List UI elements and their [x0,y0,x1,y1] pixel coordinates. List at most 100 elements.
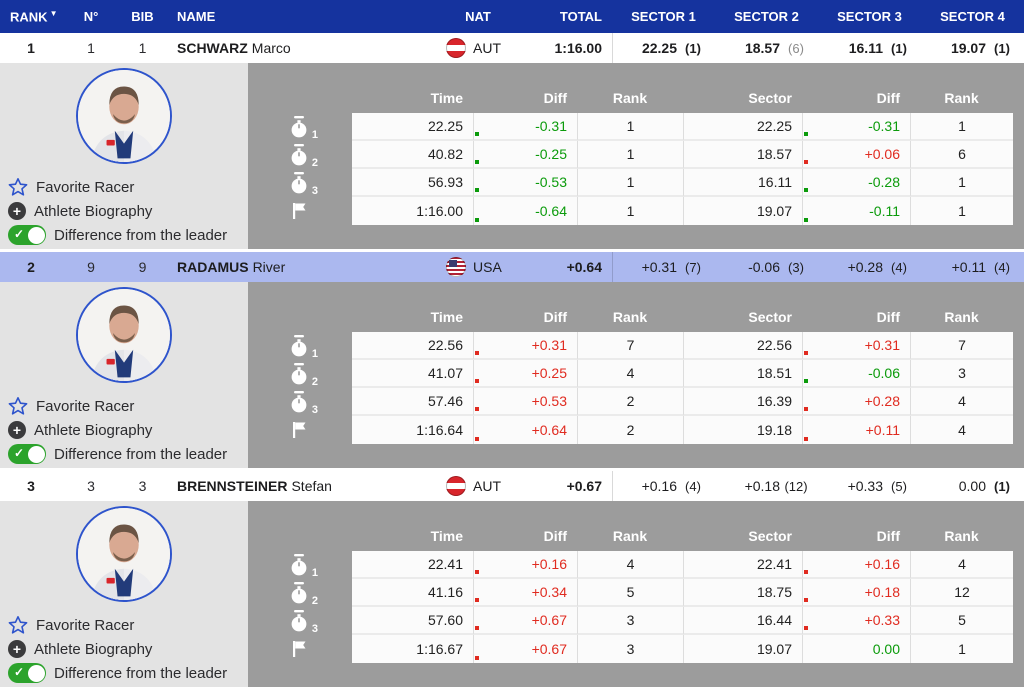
sector-time: 22.25 [683,113,802,141]
bib-cell: 9 [120,259,165,275]
checkpoint-number: 2 [312,157,318,169]
split-rank: 4 [577,360,683,388]
column-header-sector4[interactable]: SECTOR 4 [921,9,1024,24]
split-header-time: Time [352,90,473,106]
sector-value: +0.11 [952,259,986,275]
split-header-time: Time [352,309,473,325]
sector-rank: (4) [883,260,915,275]
sector-diff: +0.11 [802,416,910,444]
difference-toggle-row[interactable]: ✓ Difference from the leader [0,223,248,247]
column-header-rank[interactable]: RANK▼ [0,9,62,24]
favorite-racer-button[interactable]: Favorite Racer [0,394,248,418]
sector-diff: -0.31 [802,113,910,141]
column-header-total[interactable]: TOTAL [524,9,612,24]
check-icon: ✓ [14,446,24,460]
sector1-result: +0.16 (4) [612,471,715,501]
column-header-sector1[interactable]: SECTOR 1 [612,9,715,24]
sector-time: 19.07 [683,635,802,663]
split-row-checkpoint2: 2 41.07 +0.25 4 18.51 -0.06 [248,360,1024,388]
split-header-sector-diff: Diff [802,528,910,544]
split-rank: 2 [577,416,683,444]
split-rank: 3 [577,635,683,663]
favorite-racer-button[interactable]: Favorite Racer [0,175,248,199]
icon-cell: 3 [248,607,352,635]
check-icon: ✓ [14,227,24,241]
diff-value: -0.11 [869,203,900,219]
column-header-sector2[interactable]: SECTOR 2 [715,9,818,24]
athlete-biography-button[interactable]: + Athlete Biography [0,418,248,442]
diff-value: +0.16 [532,556,567,572]
diff-value: +0.33 [865,612,900,628]
sector-rank: 7 [910,332,1013,360]
number-cell: 1 [62,40,120,56]
sector-value: +0.31 [642,259,677,275]
athlete-biography-button[interactable]: + Athlete Biography [0,199,248,223]
favorite-racer-button[interactable]: Favorite Racer [0,613,248,637]
icon-cell [248,635,352,663]
difference-toggle-on[interactable]: ✓ [8,444,46,464]
racer-summary-row[interactable]: 3 3 3 BRENNSTEINERStefan AUT +0.67 +0.16… [0,471,1024,501]
diff-tick [804,407,808,411]
split-row-checkpoint3: 3 56.93 -0.53 1 16.11 -0.28 [248,169,1024,197]
split-row-finish: 1:16.00 -0.64 1 19.07 -0.11 1 [248,197,1024,225]
total-time-cell: 1:16.00 [524,40,612,56]
column-header-nat[interactable]: NAT [432,9,524,24]
racer-summary-row[interactable]: 1 1 1 SCHWARZMarco AUT 1:16.00 22.25 (1)… [0,33,1024,63]
icon-cell: 1 [248,332,352,360]
number-cell: 9 [62,259,120,275]
country-code: USA [473,259,502,275]
split-time: 40.82 [352,141,473,169]
difference-toggle-row[interactable]: ✓ Difference from the leader [0,442,248,466]
split-times-table: Time Diff Rank Sector Diff Rank 1 [248,501,1024,687]
split-diff: +0.67 [473,607,577,635]
plus-icon: + [8,202,26,220]
sector-rank: (6) [780,41,812,56]
avatar-wrap [0,501,248,613]
column-header-number[interactable]: N° [62,9,120,24]
star-icon [8,615,28,635]
split-time: 41.07 [352,360,473,388]
split-rank: 3 [577,607,683,635]
diff-tick [804,570,808,574]
racer-section: 1 1 1 SCHWARZMarco AUT 1:16.00 22.25 (1)… [0,33,1024,249]
racer-first-name: Marco [252,40,291,56]
split-diff: +0.67 [473,635,577,663]
racer-detail-panel: Favorite Racer + Athlete Biography ✓ Dif… [0,501,1024,687]
split-header-time: Time [352,528,473,544]
diff-value: -0.31 [535,118,567,134]
difference-toggle-on[interactable]: ✓ [8,663,46,683]
toggle-knob [28,446,45,463]
split-time: 22.56 [352,332,473,360]
star-icon [8,177,28,197]
split-row-checkpoint1: 1 22.25 -0.31 1 22.25 -0.31 [248,113,1024,141]
split-header-diff: Diff [473,309,577,325]
split-header-rank: Rank [577,528,683,544]
racer-last-name: RADAMUS [177,259,249,275]
column-header-sector3[interactable]: SECTOR 3 [818,9,921,24]
sector-time: 18.57 [683,141,802,169]
difference-toggle-row[interactable]: ✓ Difference from the leader [0,661,248,685]
diff-tick [475,160,479,164]
rank-cell: 2 [0,259,62,275]
split-times-table: Time Diff Rank Sector Diff Rank 1 [248,282,1024,468]
racer-detail-panel: Favorite Racer + Athlete Biography ✓ Dif… [0,282,1024,468]
difference-toggle-label: Difference from the leader [54,227,227,244]
split-time: 1:16.00 [352,197,473,225]
sector-rank: 6 [910,141,1013,169]
split-time: 56.93 [352,169,473,197]
diff-value: +0.31 [865,337,900,353]
sector2-result: +0.18 (12) [715,478,818,494]
diff-tick [804,351,808,355]
sector-time: 22.41 [683,551,802,579]
column-header-bib[interactable]: BIB [120,9,165,24]
difference-toggle-on[interactable]: ✓ [8,225,46,245]
split-time: 1:16.64 [352,416,473,444]
racer-summary-row[interactable]: 2 9 9 RADAMUSRiver USA +0.64 +0.31 (7) -… [0,252,1024,282]
diff-value: +0.28 [865,393,900,409]
split-row-checkpoint3: 3 57.46 +0.53 2 16.39 +0.28 [248,388,1024,416]
athlete-biography-button[interactable]: + Athlete Biography [0,637,248,661]
column-header-name[interactable]: NAME [165,9,432,24]
split-rank: 1 [577,113,683,141]
sector-diff: 0.00 [802,635,910,663]
icon-cell: 1 [248,551,352,579]
